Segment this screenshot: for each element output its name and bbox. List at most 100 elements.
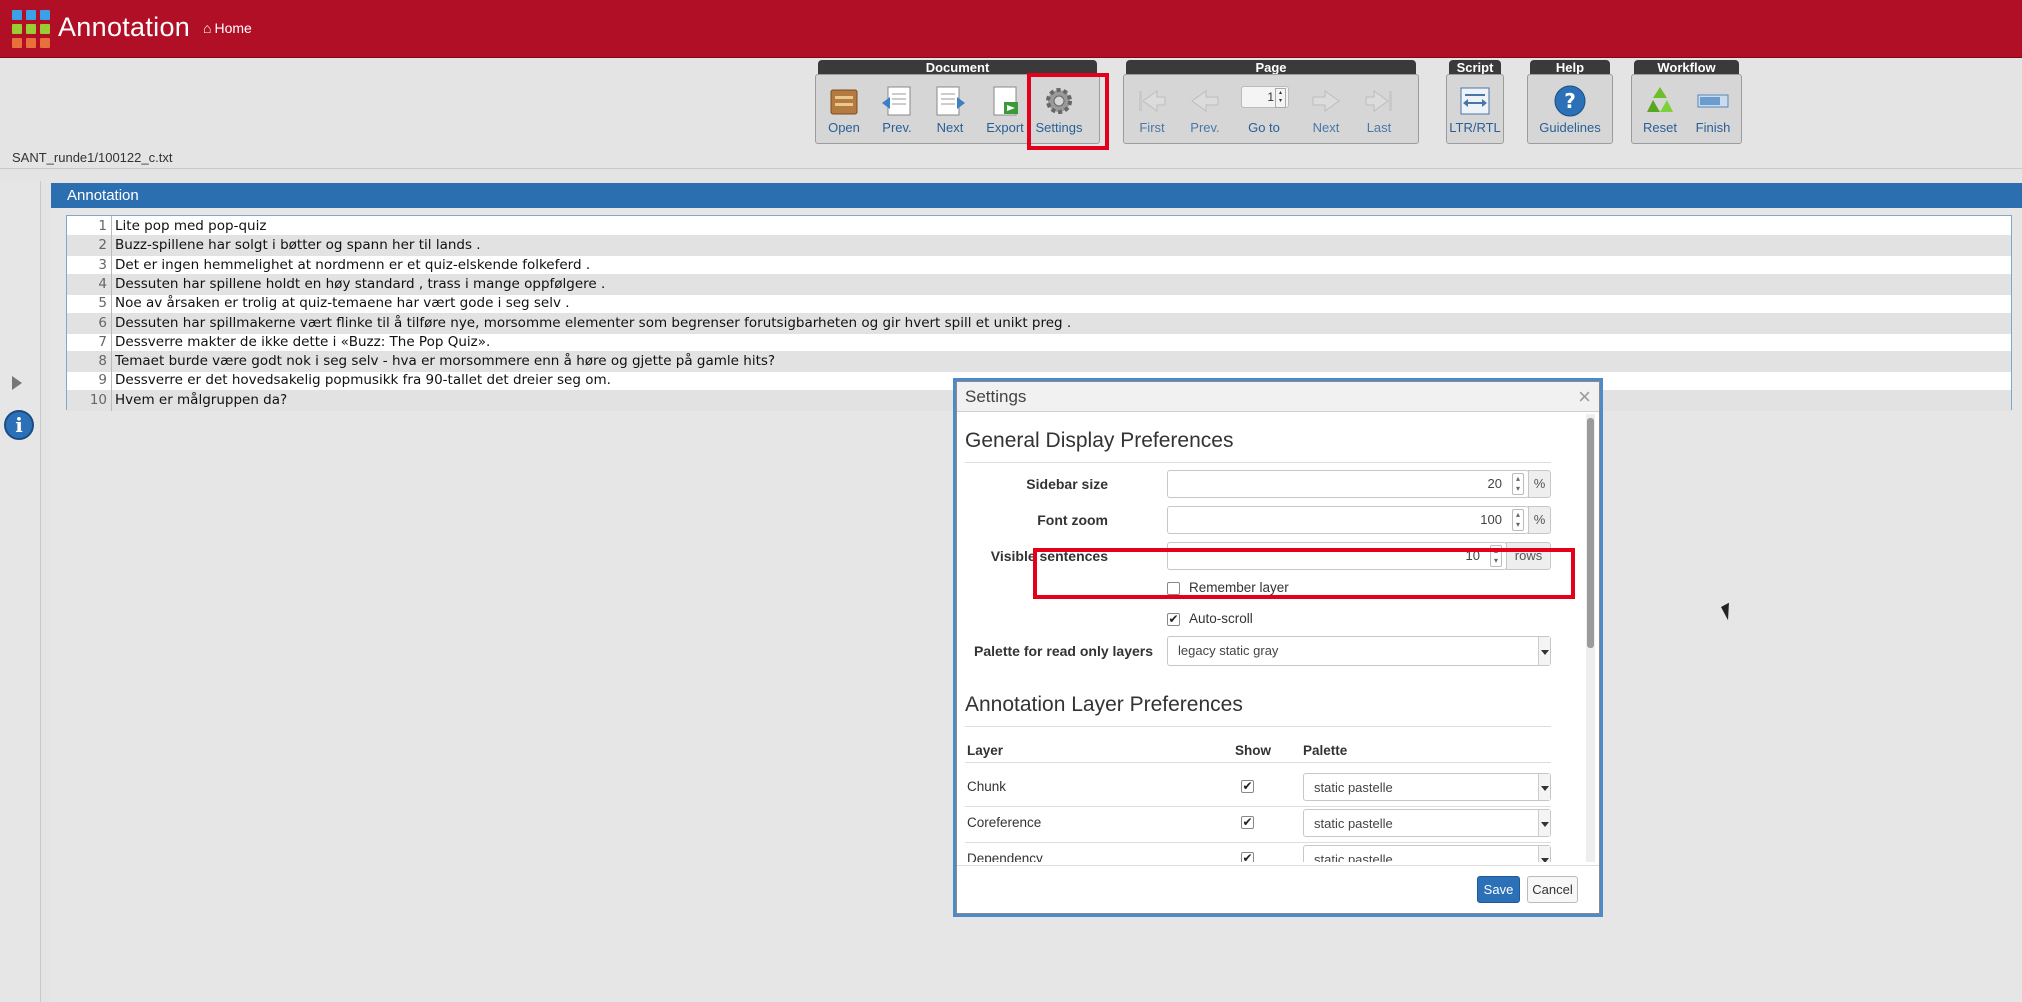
next-document-icon: [933, 84, 967, 118]
document-path: SANT_runde1/100122_c.txt: [12, 150, 173, 165]
sidebar-size-spinner[interactable]: ▴ ▾: [1512, 473, 1524, 495]
next-page-button[interactable]: Next: [1300, 80, 1352, 142]
chevron-down-icon: [1538, 846, 1550, 862]
expand-sidebar-icon[interactable]: [12, 376, 22, 390]
goto-page-control[interactable]: 1 ▴ ▾ Go to: [1233, 80, 1295, 142]
reset-button[interactable]: Reset: [1634, 80, 1686, 142]
font-zoom-label: Font zoom: [1037, 512, 1108, 528]
page-number-input[interactable]: 1 ▴ ▾: [1241, 86, 1289, 108]
settings-dialog-title: Settings: [965, 387, 1027, 406]
layer-palette-select[interactable]: static pastelle: [1303, 809, 1551, 837]
layer-name: Dependency: [967, 851, 1043, 862]
export-button[interactable]: Export: [979, 80, 1031, 142]
sentence-text[interactable]: Lite pop med pop-quiz: [115, 216, 266, 237]
annotation-panel-title: Annotation: [51, 183, 2022, 208]
previous-document-button[interactable]: Prev.: [871, 80, 923, 142]
layer-show-checkbox[interactable]: ✔: [1241, 852, 1254, 862]
chevron-down-icon: [1538, 637, 1550, 665]
workflow-group: Workflow Reset Finish: [1631, 60, 1742, 144]
sentence-number: 6: [98, 314, 107, 331]
logo-tile: [26, 24, 36, 34]
sentence-row[interactable]: 7 Dessverre makter de ikke dette i «Buzz:…: [67, 331, 2011, 353]
sentence-number: 3: [98, 256, 107, 273]
sidebar-size-label: Sidebar size: [1026, 476, 1108, 492]
font-zoom-unit: %: [1528, 506, 1551, 534]
sentence-text[interactable]: Det er ingen hemmelighet at nordmenn er …: [115, 255, 590, 276]
previous-page-icon: [1188, 84, 1222, 118]
layer-palette-select[interactable]: static pastelle: [1303, 845, 1551, 862]
auto-scroll-label: Auto-scroll: [1189, 611, 1253, 626]
first-page-button[interactable]: First: [1126, 80, 1178, 142]
sentence-row[interactable]: 8 Temaet burde være godt nok i seg selv -…: [67, 351, 2011, 373]
layer-column-header: Layer: [967, 743, 1004, 758]
close-icon[interactable]: ×: [1578, 384, 1591, 410]
sentence-text[interactable]: Hvem er målgruppen da?: [115, 390, 287, 411]
chevron-down-icon: [1538, 774, 1550, 800]
sentence-text[interactable]: Temaet burde være godt nok i seg selv - …: [115, 351, 775, 372]
home-label: Home: [214, 20, 252, 36]
logo-tile: [40, 38, 50, 48]
home-link[interactable]: ⌂ Home: [203, 20, 252, 36]
guidelines-button[interactable]: ? Guidelines: [1530, 80, 1610, 142]
sentence-row[interactable]: 4 Dessuten har spillene holdt en høy stan…: [67, 273, 2011, 295]
text-direction-button[interactable]: LTR/RTL: [1449, 80, 1501, 142]
cancel-button[interactable]: Cancel: [1527, 876, 1578, 903]
previous-page-button[interactable]: Prev.: [1179, 80, 1231, 142]
logo-tile: [26, 38, 36, 48]
sentence-row[interactable]: 6 Dessuten har spillmakerne vært flinke t…: [67, 312, 2011, 334]
recycle-icon: [1643, 84, 1677, 118]
top-bar: Annotation ⌂ Home: [0, 0, 2022, 58]
sentence-text[interactable]: Dessverre makter de ikke dette i «Buzz: …: [115, 332, 490, 353]
sidebar-size-unit: %: [1528, 470, 1551, 498]
open-document-button[interactable]: Open: [818, 80, 870, 142]
sentence-number: 1: [98, 218, 107, 234]
sentence-row[interactable]: 1 Lite pop med pop-quiz: [67, 216, 2011, 237]
sentence-row[interactable]: 2 Buzz-spillene har solgt i bøtter og spa…: [67, 235, 2011, 257]
last-page-icon: [1362, 84, 1396, 118]
show-column-header: Show: [1235, 743, 1271, 758]
action-toolbar: Document Open Prev. Next Export Settings…: [0, 60, 2022, 144]
font-zoom-input[interactable]: 100 ▴ ▾: [1167, 506, 1529, 534]
save-button[interactable]: Save: [1477, 876, 1520, 903]
first-page-icon: [1135, 84, 1169, 118]
sentence-text[interactable]: Noe av årsaken er trolig at quiz-temaene…: [115, 293, 570, 314]
sentence-number: 4: [98, 275, 107, 292]
auto-scroll-checkbox[interactable]: ✔: [1167, 613, 1180, 626]
sentence-text[interactable]: Dessuten har spillene holdt en høy stand…: [115, 274, 605, 295]
sentence-number: 8: [98, 353, 107, 370]
sentence-text[interactable]: Buzz-spillene har solgt i bøtter og span…: [115, 235, 481, 256]
sentence-text[interactable]: Dessverre er det hovedsakelig popmusikk …: [115, 370, 611, 391]
app-logo-icon[interactable]: [12, 10, 50, 48]
sentence-row[interactable]: 5 Noe av årsaken er trolig at quiz-temaen…: [67, 293, 2011, 315]
font-zoom-spinner[interactable]: ▴ ▾: [1512, 509, 1524, 531]
settings-body[interactable]: General Display Preferences Sidebar size…: [965, 414, 1579, 862]
logo-tile: [40, 24, 50, 34]
help-group: Help ? Guidelines: [1527, 60, 1613, 144]
layer-show-checkbox[interactable]: ✔: [1241, 780, 1254, 793]
sentence-number: 5: [98, 295, 107, 312]
previous-document-icon: [880, 84, 914, 118]
palette-readonly-select[interactable]: legacy static gray: [1167, 636, 1551, 666]
logo-tile: [40, 10, 50, 20]
sentence-number: 2: [98, 237, 107, 254]
page-spinner[interactable]: ▴ ▾: [1275, 88, 1286, 108]
settings-dialog: Settings × General Display Preferences S…: [956, 381, 1600, 914]
layer-palette-select[interactable]: static pastelle: [1303, 773, 1551, 801]
logo-tile: [12, 10, 22, 20]
next-document-button[interactable]: Next: [924, 80, 976, 142]
sentence-row[interactable]: 3 Det er ingen hemmelighet at nordmenn er…: [67, 254, 2011, 276]
sentence-number: 10: [89, 391, 107, 408]
next-page-icon: [1309, 84, 1343, 118]
info-icon[interactable]: i: [4, 410, 34, 440]
svg-text:?: ?: [1564, 89, 1576, 113]
chevron-down-icon: [1538, 810, 1550, 836]
layer-show-checkbox[interactable]: ✔: [1241, 816, 1254, 829]
settings-scrollbar[interactable]: [1586, 414, 1595, 862]
last-page-button[interactable]: Last: [1353, 80, 1405, 142]
settings-button-highlight: [1027, 73, 1109, 150]
script-group: Script LTR/RTL: [1446, 60, 1504, 144]
sidebar-size-input[interactable]: 20 ▴ ▾: [1167, 470, 1529, 498]
layer-name: Chunk: [967, 779, 1007, 794]
finish-button[interactable]: Finish: [1687, 80, 1739, 142]
sentence-text[interactable]: Dessuten har spillmakerne vært flinke ti…: [115, 313, 1071, 334]
